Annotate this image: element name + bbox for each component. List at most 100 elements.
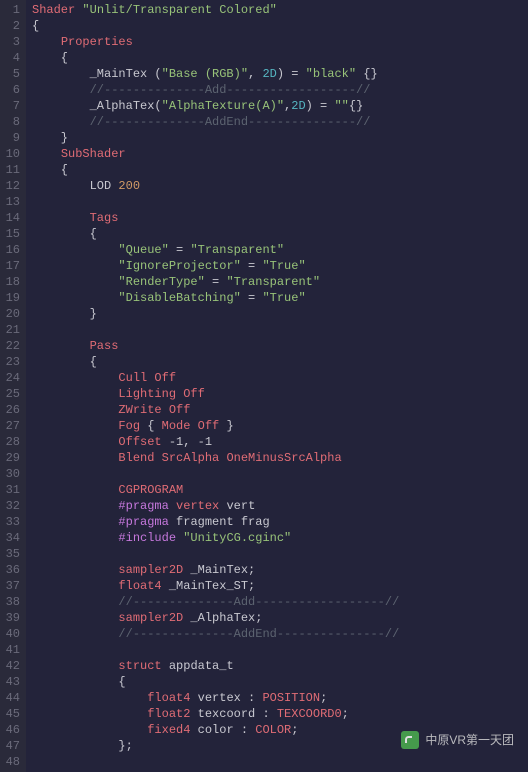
code-line[interactable]: { xyxy=(32,354,528,370)
code-line[interactable] xyxy=(32,642,528,658)
code-line[interactable]: Offset -1, -1 xyxy=(32,434,528,450)
code-line[interactable]: Pass xyxy=(32,338,528,354)
code-line[interactable]: { xyxy=(32,162,528,178)
code-line[interactable]: CGPROGRAM xyxy=(32,482,528,498)
code-line[interactable]: Tags xyxy=(32,210,528,226)
code-line[interactable] xyxy=(32,194,528,210)
line-number: 45 xyxy=(2,706,20,722)
line-number: 29 xyxy=(2,450,20,466)
line-number: 4 xyxy=(2,50,20,66)
line-number: 13 xyxy=(2,194,20,210)
line-gutter: 1234567891011121314151617181920212223242… xyxy=(0,0,26,772)
code-line[interactable] xyxy=(32,322,528,338)
code-line[interactable]: struct appdata_t xyxy=(32,658,528,674)
code-line[interactable]: float4 vertex : POSITION; xyxy=(32,690,528,706)
code-line[interactable]: Blend SrcAlpha OneMinusSrcAlpha xyxy=(32,450,528,466)
line-number: 21 xyxy=(2,322,20,338)
watermark: 中原VR第一天团 xyxy=(401,731,514,749)
line-number: 10 xyxy=(2,146,20,162)
code-line[interactable] xyxy=(32,466,528,482)
code-line[interactable]: "Queue" = "Transparent" xyxy=(32,242,528,258)
line-number: 34 xyxy=(2,530,20,546)
line-number: 5 xyxy=(2,66,20,82)
code-line[interactable]: Cull Off xyxy=(32,370,528,386)
code-line[interactable]: SubShader xyxy=(32,146,528,162)
line-number: 20 xyxy=(2,306,20,322)
line-number: 1 xyxy=(2,2,20,18)
code-area[interactable]: Shader "Unlit/Transparent Colored"{ Prop… xyxy=(26,0,528,772)
code-line[interactable]: //--------------Add------------------// xyxy=(32,594,528,610)
code-line[interactable] xyxy=(32,546,528,562)
line-number: 33 xyxy=(2,514,20,530)
code-line[interactable]: "IgnoreProjector" = "True" xyxy=(32,258,528,274)
code-line[interactable]: Lighting Off xyxy=(32,386,528,402)
line-number: 40 xyxy=(2,626,20,642)
line-number: 15 xyxy=(2,226,20,242)
line-number: 17 xyxy=(2,258,20,274)
wechat-icon xyxy=(401,731,419,749)
code-line[interactable]: //--------------AddEnd---------------// xyxy=(32,626,528,642)
line-number: 44 xyxy=(2,690,20,706)
code-line[interactable]: { xyxy=(32,18,528,34)
line-number: 3 xyxy=(2,34,20,50)
code-line[interactable]: ZWrite Off xyxy=(32,402,528,418)
line-number: 9 xyxy=(2,130,20,146)
line-number: 27 xyxy=(2,418,20,434)
code-line[interactable]: //--------------AddEnd---------------// xyxy=(32,114,528,130)
code-editor[interactable]: 1234567891011121314151617181920212223242… xyxy=(0,0,528,772)
code-line[interactable]: //--------------Add------------------// xyxy=(32,82,528,98)
code-line[interactable]: } xyxy=(32,306,528,322)
line-number: 12 xyxy=(2,178,20,194)
watermark-text: 中原VR第一天团 xyxy=(425,732,514,748)
line-number: 36 xyxy=(2,562,20,578)
line-number: 31 xyxy=(2,482,20,498)
code-line[interactable]: { xyxy=(32,226,528,242)
code-line[interactable]: LOD 200 xyxy=(32,178,528,194)
line-number: 47 xyxy=(2,738,20,754)
line-number: 43 xyxy=(2,674,20,690)
code-line[interactable]: #pragma vertex vert xyxy=(32,498,528,514)
code-line[interactable]: Fog { Mode Off } xyxy=(32,418,528,434)
code-line[interactable]: { xyxy=(32,50,528,66)
line-number: 14 xyxy=(2,210,20,226)
code-line[interactable]: float2 texcoord : TEXCOORD0; xyxy=(32,706,528,722)
line-number: 48 xyxy=(2,754,20,770)
line-number: 35 xyxy=(2,546,20,562)
line-number: 6 xyxy=(2,82,20,98)
code-line[interactable]: _AlphaTex("AlphaTexture(A)",2D) = ""{} xyxy=(32,98,528,114)
code-line[interactable]: } xyxy=(32,130,528,146)
line-number: 7 xyxy=(2,98,20,114)
line-number: 24 xyxy=(2,370,20,386)
line-number: 39 xyxy=(2,610,20,626)
line-number: 38 xyxy=(2,594,20,610)
code-line[interactable]: _MainTex ("Base (RGB)", 2D) = "black" {} xyxy=(32,66,528,82)
line-number: 30 xyxy=(2,466,20,482)
line-number: 37 xyxy=(2,578,20,594)
line-number: 26 xyxy=(2,402,20,418)
code-line[interactable]: sampler2D _AlphaTex; xyxy=(32,610,528,626)
code-line[interactable]: Shader "Unlit/Transparent Colored" xyxy=(32,2,528,18)
line-number: 18 xyxy=(2,274,20,290)
code-line[interactable]: Properties xyxy=(32,34,528,50)
line-number: 46 xyxy=(2,722,20,738)
code-line[interactable]: #include "UnityCG.cginc" xyxy=(32,530,528,546)
line-number: 41 xyxy=(2,642,20,658)
line-number: 32 xyxy=(2,498,20,514)
code-line[interactable] xyxy=(32,754,528,770)
line-number: 19 xyxy=(2,290,20,306)
line-number: 16 xyxy=(2,242,20,258)
code-line[interactable]: #pragma fragment frag xyxy=(32,514,528,530)
code-line[interactable]: "RenderType" = "Transparent" xyxy=(32,274,528,290)
line-number: 28 xyxy=(2,434,20,450)
code-line[interactable]: { xyxy=(32,674,528,690)
line-number: 2 xyxy=(2,18,20,34)
code-line[interactable]: float4 _MainTex_ST; xyxy=(32,578,528,594)
line-number: 23 xyxy=(2,354,20,370)
code-line[interactable]: "DisableBatching" = "True" xyxy=(32,290,528,306)
code-line[interactable]: sampler2D _MainTex; xyxy=(32,562,528,578)
line-number: 11 xyxy=(2,162,20,178)
line-number: 22 xyxy=(2,338,20,354)
line-number: 25 xyxy=(2,386,20,402)
line-number: 8 xyxy=(2,114,20,130)
line-number: 42 xyxy=(2,658,20,674)
